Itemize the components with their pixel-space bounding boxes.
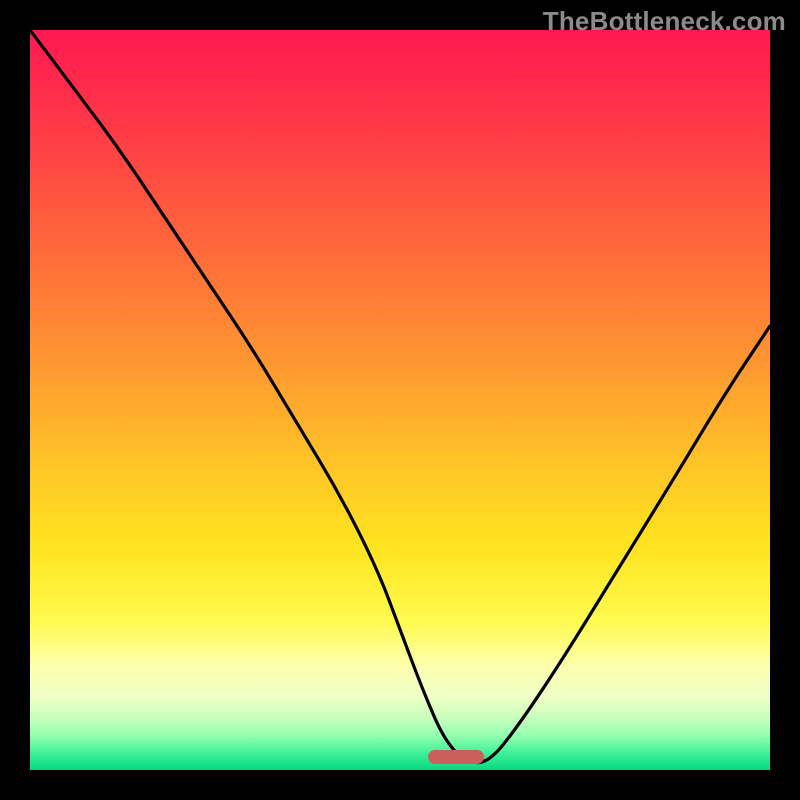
watermark-text: TheBottleneck.com — [543, 6, 786, 37]
chart-frame: TheBottleneck.com — [0, 0, 800, 800]
plot-area — [30, 30, 770, 770]
optimal-range-marker — [428, 750, 484, 764]
background-gradient — [30, 30, 770, 770]
